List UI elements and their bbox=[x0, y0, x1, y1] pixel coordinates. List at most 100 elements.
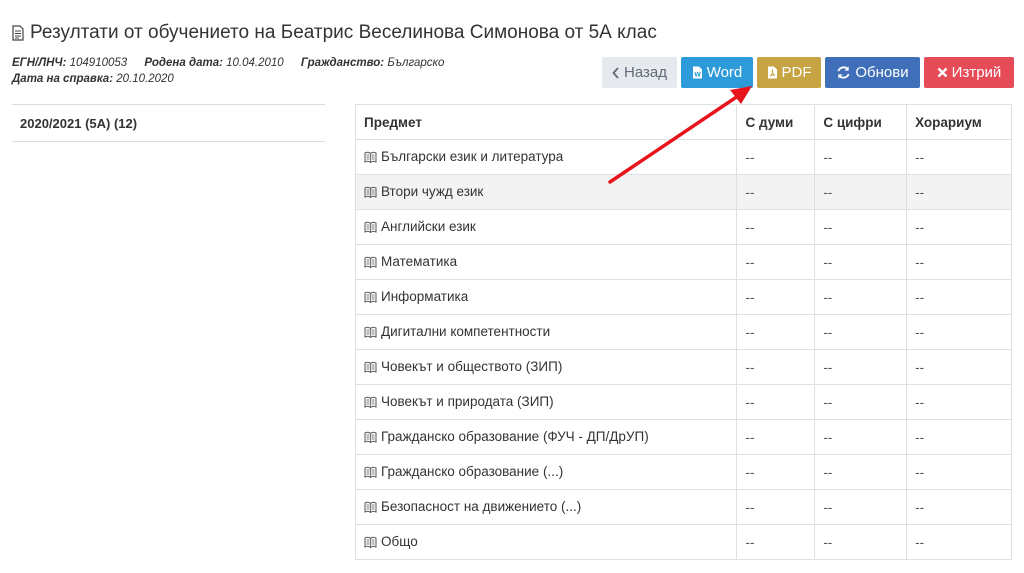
subject-name: Общо bbox=[381, 533, 418, 549]
citizenship-value: Българско bbox=[387, 57, 445, 69]
subject-name: Човекът и природата (ЗИП) bbox=[381, 393, 554, 409]
delete-button-label: Изтрий bbox=[951, 64, 1002, 81]
table-row[interactable]: Информатика -- -- -- bbox=[354, 279, 1012, 315]
book-icon bbox=[364, 221, 377, 236]
close-icon bbox=[937, 67, 948, 78]
subject-name: Гражданско образование (ФУЧ - ДП/ДрУП) bbox=[381, 428, 649, 444]
pdf-button-label: PDF bbox=[781, 64, 812, 81]
delete-button[interactable]: Изтрий bbox=[924, 57, 1014, 88]
born-label: Родена дата: bbox=[144, 57, 223, 69]
back-button[interactable]: Назад bbox=[602, 57, 677, 88]
hours-cell: -- bbox=[906, 384, 1012, 420]
table-row[interactable]: Математика -- -- -- bbox=[354, 244, 1012, 280]
pdf-export-button[interactable]: PDF bbox=[757, 57, 821, 88]
table-row[interactable]: Български език и литература -- -- -- bbox=[354, 139, 1012, 175]
column-header-subject: Предмет bbox=[354, 104, 738, 140]
document-icon bbox=[12, 25, 24, 41]
subject-name: Втори чужд език bbox=[381, 183, 484, 199]
book-icon bbox=[364, 501, 377, 516]
subject-name: Английски език bbox=[381, 218, 476, 234]
subject-cell: Общо bbox=[354, 524, 738, 560]
subject-name: Човекът и обществото (ЗИП) bbox=[381, 358, 563, 374]
report-date-value: 20.10.2020 bbox=[116, 73, 174, 85]
digits-cell: -- bbox=[814, 279, 908, 315]
column-header-words: С думи bbox=[736, 104, 816, 140]
results-table: Предмет С думи С цифри Хорариум Българск… bbox=[354, 104, 1012, 560]
egn-value: 104910053 bbox=[69, 57, 128, 69]
word-export-button[interactable]: W Word bbox=[681, 57, 753, 88]
digits-cell: -- bbox=[814, 174, 908, 210]
book-icon bbox=[364, 431, 377, 446]
book-icon bbox=[364, 291, 377, 306]
words-cell: -- bbox=[736, 454, 816, 490]
subject-cell: Български език и литература bbox=[354, 139, 738, 175]
school-year-item[interactable]: 2020/2021 (5А) (12) bbox=[12, 104, 325, 142]
hours-cell: -- bbox=[906, 139, 1012, 175]
words-cell: -- bbox=[736, 279, 816, 315]
action-toolbar: Назад W Word PDF Обнови Изтрий bbox=[602, 57, 1014, 88]
hours-cell: -- bbox=[906, 244, 1012, 280]
table-header-row: Предмет С думи С цифри Хорариум bbox=[354, 104, 1012, 140]
table-row[interactable]: Дигитални компетентности -- -- -- bbox=[354, 314, 1012, 350]
word-button-label: Word bbox=[706, 64, 743, 81]
book-icon bbox=[364, 151, 377, 166]
digits-cell: -- bbox=[814, 419, 908, 455]
digits-cell: -- bbox=[814, 489, 908, 525]
back-button-label: Назад bbox=[624, 64, 667, 81]
table-row[interactable]: Човекът и обществото (ЗИП) -- -- -- bbox=[354, 349, 1012, 385]
subject-cell: Гражданско образование (ФУЧ - ДП/ДрУП) bbox=[354, 419, 738, 455]
digits-cell: -- bbox=[814, 384, 908, 420]
hours-cell: -- bbox=[906, 314, 1012, 350]
digits-cell: -- bbox=[814, 454, 908, 490]
page-title-text: Резултати от обучението на Беатрис Весел… bbox=[30, 22, 657, 43]
subject-name: Информатика bbox=[381, 288, 469, 304]
table-row[interactable]: Безопасност на движението (...) -- -- -- bbox=[354, 489, 1012, 525]
subject-cell: Човекът и обществото (ЗИП) bbox=[354, 349, 738, 385]
school-year-label: 2020/2021 (5А) (12) bbox=[20, 116, 138, 131]
table-row[interactable]: Английски език -- -- -- bbox=[354, 209, 1012, 245]
file-word-icon: W bbox=[692, 66, 702, 79]
table-row[interactable]: Гражданско образование (ФУЧ - ДП/ДрУП) --… bbox=[354, 419, 1012, 455]
subject-cell: Информатика bbox=[354, 279, 738, 315]
words-cell: -- bbox=[736, 349, 816, 385]
book-icon bbox=[364, 361, 377, 376]
words-cell: -- bbox=[736, 139, 816, 175]
book-icon bbox=[364, 256, 377, 271]
column-header-digits: С цифри bbox=[814, 104, 908, 140]
table-row[interactable]: Гражданско образование (...) -- -- -- bbox=[354, 454, 1012, 490]
subject-cell: Математика bbox=[354, 244, 738, 280]
refresh-button-label: Обнови bbox=[855, 64, 909, 81]
subject-name: Безопасност на движението (...) bbox=[381, 498, 582, 514]
digits-cell: -- bbox=[814, 524, 908, 560]
table-row[interactable]: Втори чужд език -- -- -- bbox=[354, 174, 1012, 210]
file-pdf-icon bbox=[767, 66, 777, 79]
refresh-icon bbox=[837, 66, 850, 79]
subject-cell: Човекът и природата (ЗИП) bbox=[354, 384, 738, 420]
svg-text:W: W bbox=[694, 72, 701, 79]
table-row[interactable]: Общо -- -- -- bbox=[354, 524, 1012, 560]
words-cell: -- bbox=[736, 209, 816, 245]
words-cell: -- bbox=[736, 244, 816, 280]
hours-cell: -- bbox=[906, 209, 1012, 245]
digits-cell: -- bbox=[814, 209, 908, 245]
subject-cell: Безопасност на движението (...) bbox=[354, 489, 738, 525]
digits-cell: -- bbox=[814, 139, 908, 175]
student-meta: ЕГН/ЛНЧ: 104910053 Родена дата: 10.04.20… bbox=[12, 55, 444, 87]
hours-cell: -- bbox=[906, 174, 1012, 210]
words-cell: -- bbox=[736, 489, 816, 525]
words-cell: -- bbox=[736, 419, 816, 455]
born-value: 10.04.2010 bbox=[226, 57, 284, 69]
refresh-button[interactable]: Обнови bbox=[825, 57, 920, 88]
book-icon bbox=[364, 186, 377, 201]
words-cell: -- bbox=[736, 524, 816, 560]
subject-name: Дигитални компетентности bbox=[381, 323, 551, 339]
digits-cell: -- bbox=[814, 314, 908, 350]
subject-name: Гражданско образование (...) bbox=[381, 463, 564, 479]
book-icon bbox=[364, 326, 377, 341]
report-date-label: Дата на справка: bbox=[12, 73, 114, 85]
hours-cell: -- bbox=[906, 279, 1012, 315]
book-icon bbox=[364, 466, 377, 481]
hours-cell: -- bbox=[906, 524, 1012, 560]
table-row[interactable]: Човекът и природата (ЗИП) -- -- -- bbox=[354, 384, 1012, 420]
citizenship-label: Гражданство: bbox=[300, 57, 385, 69]
